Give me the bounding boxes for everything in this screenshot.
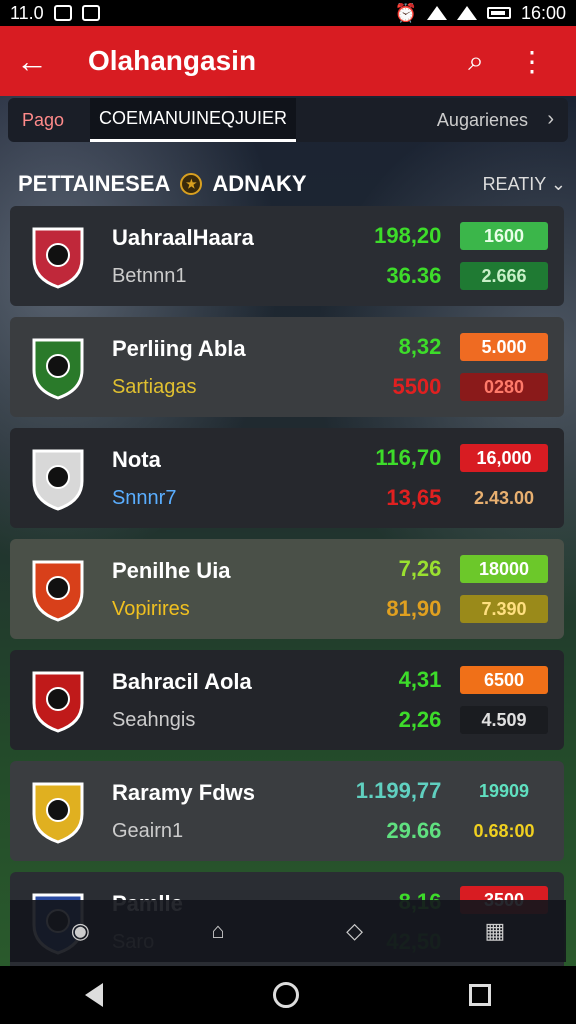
secondary-value: 13,65: [386, 485, 442, 510]
more-options-icon[interactable]: ⋮: [504, 45, 560, 78]
team-subtitle: Vopirires: [111, 597, 190, 620]
filter-dropdown[interactable]: REATIY ⌄: [483, 174, 566, 195]
odds-button[interactable]: 19909: [460, 777, 548, 805]
team-crest-icon: [26, 665, 90, 735]
primary-value: 1.199,77: [355, 778, 442, 803]
match-row[interactable]: Bahracil Aola Seahngis 4,31 2,26 6500 4.509: [10, 650, 564, 750]
status-time-left: 11.0: [10, 2, 44, 23]
odds-secondary-button[interactable]: 7.390: [460, 595, 548, 623]
page-title: Olahangasin: [88, 45, 257, 76]
odds-secondary-button[interactable]: 0.68:00: [460, 817, 548, 845]
team-name: Raramy Fdws: [111, 779, 256, 805]
section-title: PETTAINESEA: [18, 171, 171, 196]
home-icon[interactable]: [273, 982, 299, 1008]
team-name: Bahracil Aola: [111, 668, 252, 694]
status-time-right: 16:00: [520, 2, 566, 23]
image-notification-icon: [53, 5, 72, 21]
tab-augarienes[interactable]: Augarienes: [296, 98, 568, 142]
primary-value: 7,26: [398, 556, 442, 581]
odds-button[interactable]: 1600: [460, 222, 548, 250]
section-header: PETTAINESEA ★ ADNAKY REATIY ⌄: [18, 164, 566, 204]
odds-button[interactable]: 18000: [460, 555, 548, 583]
team-subtitle: Betnnn1: [111, 264, 187, 287]
alarm-icon: ⏰: [394, 2, 417, 23]
battery-icon: [486, 7, 511, 19]
match-row[interactable]: Raramy Fdws Geairn1 1.199,77 29.66 19909 0.68…: [10, 761, 564, 861]
odds-secondary-button[interactable]: 2.43.00: [460, 484, 548, 512]
team-name: Perliing Abla: [111, 335, 246, 361]
match-row[interactable]: Nota Snnnr7 116,70 13,65 16,000 2.43.00: [10, 428, 564, 528]
back-arrow-icon[interactable]: ←: [16, 43, 62, 80]
secondary-value: 2,26: [398, 707, 442, 732]
nav-profile-icon[interactable]: ⌂: [211, 918, 224, 944]
team-name: UahraalHaara: [111, 224, 254, 250]
section-title-secondary: ADNAKY: [212, 171, 307, 196]
primary-value: 4,31: [398, 667, 442, 692]
odds-secondary-button[interactable]: 2.666: [460, 262, 548, 290]
status-bar: 11.0 ⏰ 16:00: [0, 0, 576, 26]
team-name: Nota: [111, 446, 161, 472]
team-crest-icon: [26, 443, 90, 513]
team-crest-icon: [26, 221, 90, 291]
odds-button[interactable]: 16,000: [460, 444, 548, 472]
secondary-value: 29.66: [386, 818, 442, 843]
team-subtitle: Sartiagas: [111, 375, 197, 398]
nav-bag-icon[interactable]: ◇: [346, 918, 363, 944]
system-navigation: [0, 966, 576, 1024]
trophy-icon: ★: [180, 173, 203, 195]
app-notification-icon: [81, 5, 100, 21]
odds-button[interactable]: 6500: [460, 666, 548, 694]
odds-button[interactable]: 5.000: [460, 333, 548, 361]
primary-value: 116,70: [375, 445, 442, 470]
recents-icon[interactable]: [469, 984, 491, 1006]
signal-icon: [456, 6, 477, 20]
team-subtitle: Geairn1: [111, 819, 184, 842]
team-crest-icon: [26, 332, 90, 402]
match-row[interactable]: Penilhe Uia Vopirires 7,26 81,90 18000 7.390: [10, 539, 564, 639]
team-subtitle: Seahngis: [111, 708, 196, 731]
nav-stats-icon[interactable]: ▦: [484, 918, 505, 944]
tab-coemanuineqjuier[interactable]: COEMANUINEQJUIER: [90, 98, 296, 142]
primary-value: 8,32: [398, 334, 442, 359]
odds-secondary-button[interactable]: 4.509: [460, 706, 548, 734]
app-bar: ← Olahangasin ⌕ ⋮: [0, 26, 576, 96]
secondary-value: 81,90: [386, 596, 442, 621]
odds-secondary-button[interactable]: 0280: [460, 373, 548, 401]
back-icon[interactable]: [85, 983, 103, 1007]
chevron-right-icon[interactable]: ›: [547, 108, 554, 131]
team-name: Penilhe Uia: [111, 557, 231, 583]
secondary-value: 5500: [392, 374, 442, 399]
tab-pago[interactable]: Pago: [8, 98, 90, 142]
nav-home-icon[interactable]: ◉: [71, 918, 90, 944]
team-crest-icon: [26, 776, 90, 846]
search-icon[interactable]: ⌕: [448, 45, 504, 78]
tab-bar: Pago COEMANUINEQJUIER Augarienes ›: [8, 98, 568, 142]
match-row[interactable]: Perliing Abla Sartiagas 8,32 5500 5.000 0280: [10, 317, 564, 417]
team-crest-icon: [26, 554, 90, 624]
wifi-icon: [426, 6, 447, 20]
primary-value: 198,20: [374, 223, 442, 248]
team-subtitle: Snnnr7: [111, 486, 177, 509]
match-row[interactable]: UahraalHaara Betnnn1 198,20 36.36 1600 2.666: [10, 206, 564, 306]
bottom-navigation: ◉ ⌂ ◇ ▦: [10, 900, 566, 962]
secondary-value: 36.36: [386, 263, 442, 288]
